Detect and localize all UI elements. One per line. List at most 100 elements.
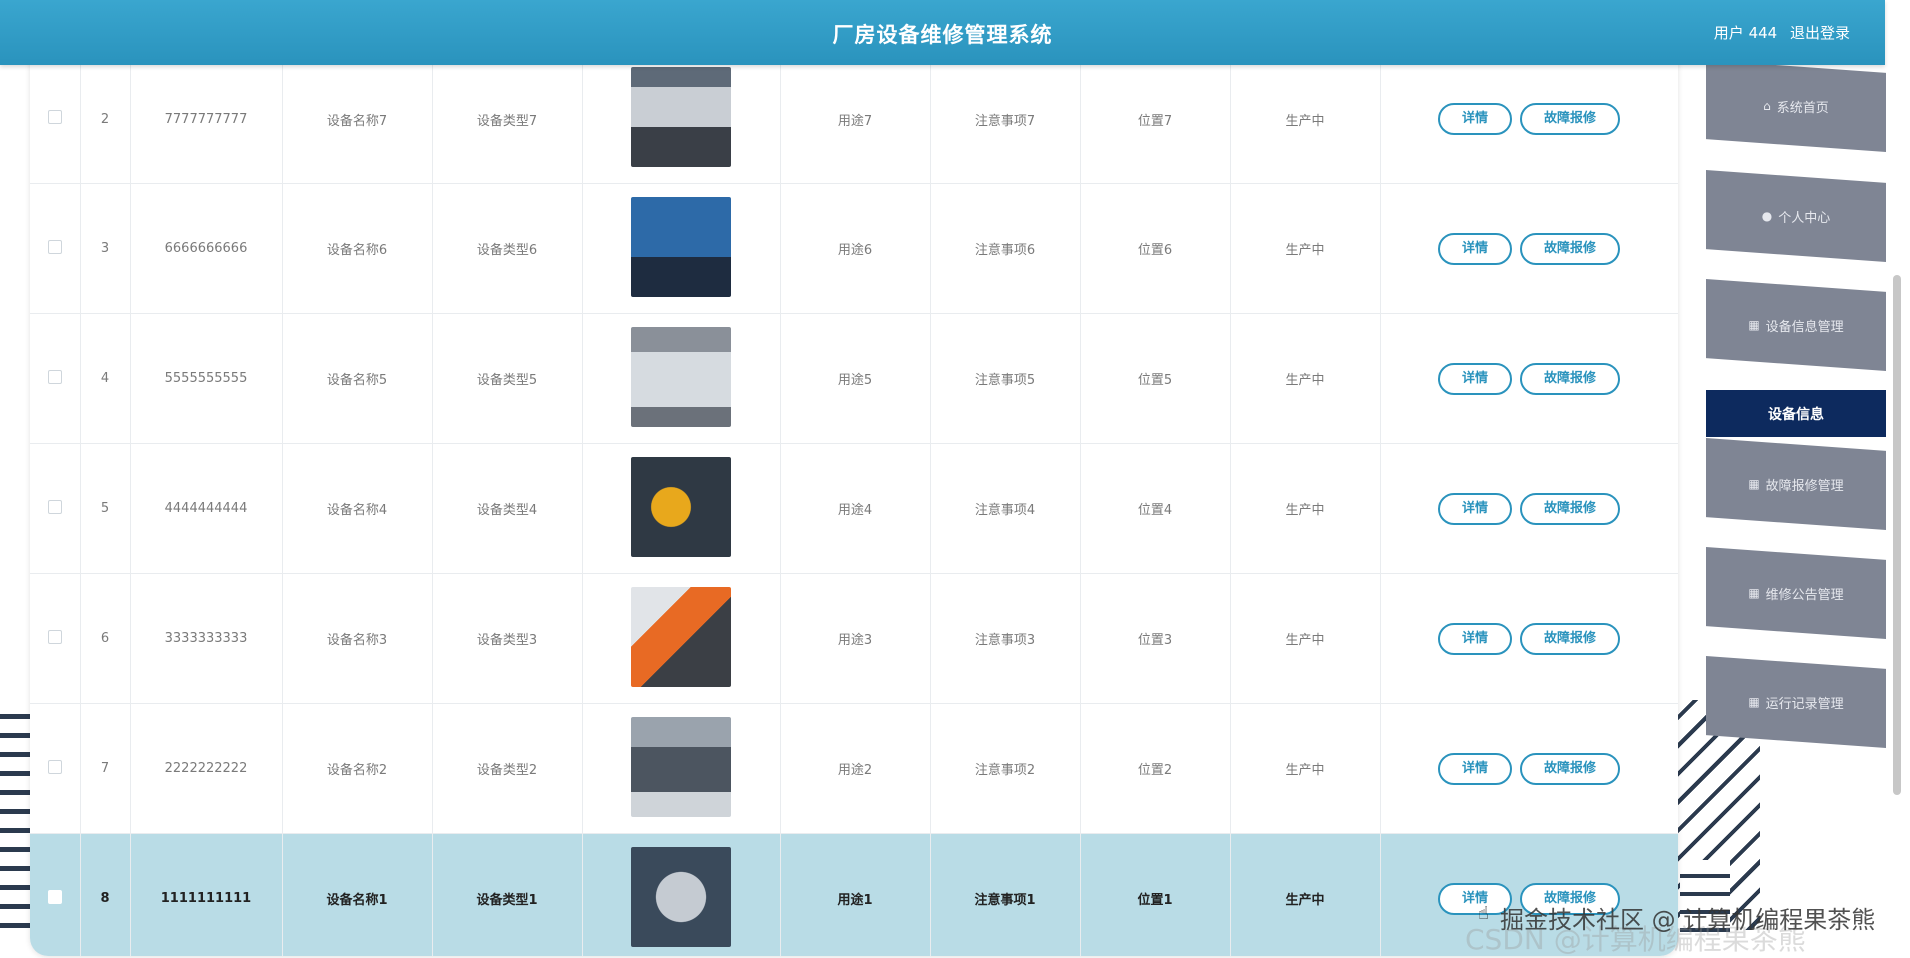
device-image-cell: [582, 573, 781, 704]
device-type: 设备类型5: [432, 313, 583, 444]
device-code: 6666666666: [130, 183, 283, 314]
device-type: 设备类型2: [432, 703, 583, 834]
detail-button[interactable]: 详情: [1437, 752, 1512, 785]
table-row[interactable]: 6 3333333333 设备名称3 设备类型3 用途3 注意事项3 位置3 生产中 详情 故障报…: [30, 573, 1678, 704]
device-notes: 注意事项6: [930, 183, 1081, 314]
device-image[interactable]: [631, 196, 731, 297]
device-name: 设备名称6: [282, 183, 433, 314]
table-row[interactable]: 7 2222222222 设备名称2 设备类型2 用途2 注意事项2 位置2 生产中 详情 故障报…: [30, 703, 1678, 834]
repair-request-button[interactable]: 故障报修: [1520, 622, 1621, 655]
row-checkbox[interactable]: [47, 629, 62, 644]
sidebar-item-profile[interactable]: ● 个人中心: [1706, 170, 1886, 262]
row-actions: 详情 故障报修: [1380, 443, 1678, 574]
device-name: 设备名称7: [282, 55, 433, 184]
device-type: 设备类型1: [432, 833, 583, 956]
device-usage: 用途5: [780, 313, 931, 444]
device-image-cell: [582, 183, 781, 314]
table-row[interactable]: 8 1111111111 设备名称1 设备类型1 用途1 注意事项1 位置1 生产中 详情 故障报…: [30, 833, 1678, 956]
detail-button[interactable]: 详情: [1437, 492, 1512, 525]
device-image[interactable]: [631, 716, 731, 817]
device-code: 7777777777: [130, 55, 283, 184]
device-name: 设备名称4: [282, 443, 433, 574]
mouse-cursor-icon: ☝: [1478, 903, 1489, 924]
user-area: 用户 444 退出登录: [1706, 22, 1850, 43]
row-checkbox-cell: [30, 313, 81, 444]
table-row[interactable]: 5 4444444444 设备名称4 设备类型4 用途4 注意事项4 位置4 生产中 详情 故障报…: [30, 443, 1678, 574]
sidebar-item-device-management[interactable]: ▦ 设备信息管理: [1706, 279, 1886, 371]
table-row[interactable]: 2 7777777777 设备名称7 设备类型7 用途7 注意事项7 位置7 生产中 详情 故障报…: [30, 55, 1678, 184]
device-usage: 用途6: [780, 183, 931, 314]
device-location: 位置3: [1080, 573, 1231, 704]
device-name: 设备名称2: [282, 703, 433, 834]
device-image-cell: [582, 443, 781, 574]
device-image-cell: [582, 833, 781, 956]
row-index: 3: [80, 183, 131, 314]
row-index: 5: [80, 443, 131, 574]
repair-request-button[interactable]: 故障报修: [1520, 492, 1621, 525]
grid-icon: ▦: [1748, 477, 1760, 491]
table-row[interactable]: 3 6666666666 设备名称6 设备类型6 用途6 注意事项6 位置6 生产中 详情 故障报…: [30, 183, 1678, 314]
device-location: 位置6: [1080, 183, 1231, 314]
detail-button[interactable]: 详情: [1437, 362, 1512, 395]
user-label: 用户 444: [1713, 24, 1778, 42]
row-index: 8: [80, 833, 131, 956]
page-scrollbar[interactable]: [1893, 275, 1901, 795]
device-status: 生产中: [1230, 55, 1381, 184]
device-image-cell: [582, 55, 781, 184]
device-notes: 注意事项5: [930, 313, 1081, 444]
device-notes: 注意事项1: [930, 833, 1081, 956]
device-notes: 注意事项4: [930, 443, 1081, 574]
device-name: 设备名称5: [282, 313, 433, 444]
row-checkbox[interactable]: [47, 239, 62, 254]
device-image[interactable]: [631, 846, 731, 947]
detail-button[interactable]: 详情: [1437, 622, 1512, 655]
table-row[interactable]: 4 5555555555 设备名称5 设备类型5 用途5 注意事项5 位置5 生产中 详情 故障报…: [30, 313, 1678, 444]
sidebar-subitem-device-info[interactable]: 设备信息: [1706, 390, 1886, 437]
device-image[interactable]: [631, 456, 731, 557]
device-status: 生产中: [1230, 703, 1381, 834]
sidebar-item-repair-management[interactable]: ▦ 故障报修管理: [1706, 438, 1886, 530]
device-notes: 注意事项7: [930, 55, 1081, 184]
device-image[interactable]: [631, 326, 731, 427]
device-usage: 用途2: [780, 703, 931, 834]
device-notes: 注意事项3: [930, 573, 1081, 704]
row-actions: 详情 故障报修: [1380, 55, 1678, 184]
row-actions: 详情 故障报修: [1380, 703, 1678, 834]
row-actions: 详情 故障报修: [1380, 313, 1678, 444]
row-actions: 详情 故障报修: [1380, 573, 1678, 704]
row-checkbox-cell: [30, 573, 81, 704]
sidebar-item-label: 运行记录管理: [1765, 696, 1844, 712]
row-checkbox[interactable]: [47, 499, 62, 514]
device-image-cell: [582, 313, 781, 444]
repair-request-button[interactable]: 故障报修: [1520, 232, 1621, 265]
row-checkbox-cell: [30, 55, 81, 184]
logout-link[interactable]: 退出登录: [1790, 24, 1850, 42]
device-image[interactable]: [631, 586, 731, 687]
device-usage: 用途3: [780, 573, 931, 704]
device-image-cell: [582, 703, 781, 834]
device-status: 生产中: [1230, 313, 1381, 444]
detail-button[interactable]: 详情: [1437, 103, 1512, 135]
repair-request-button[interactable]: 故障报修: [1520, 752, 1621, 785]
row-checkbox[interactable]: [47, 889, 62, 904]
sidebar-item-notice-management[interactable]: ▦ 维修公告管理: [1706, 547, 1886, 639]
device-code: 3333333333: [130, 573, 283, 704]
repair-request-button[interactable]: 故障报修: [1520, 103, 1621, 135]
row-checkbox[interactable]: [47, 369, 62, 384]
sidebar-item-run-records[interactable]: ▦ 运行记录管理: [1706, 656, 1886, 748]
repair-request-button[interactable]: 故障报修: [1520, 362, 1621, 395]
row-checkbox-cell: [30, 183, 81, 314]
sidebar-item-label: 个人中心: [1778, 210, 1831, 226]
device-type: 设备类型6: [432, 183, 583, 314]
device-image[interactable]: [631, 67, 731, 167]
grid-icon: ▦: [1748, 318, 1760, 332]
sidebar-item-home[interactable]: ⌂ 系统首页: [1706, 60, 1886, 152]
row-checkbox[interactable]: [47, 759, 62, 774]
device-usage: 用途4: [780, 443, 931, 574]
row-checkbox-cell: [30, 703, 81, 834]
top-header: 厂房设备维修管理系统 用户 444 退出登录: [0, 0, 1885, 65]
detail-button[interactable]: 详情: [1437, 232, 1512, 265]
row-checkbox[interactable]: [47, 110, 62, 124]
device-location: 位置2: [1080, 703, 1231, 834]
device-status: 生产中: [1230, 443, 1381, 574]
